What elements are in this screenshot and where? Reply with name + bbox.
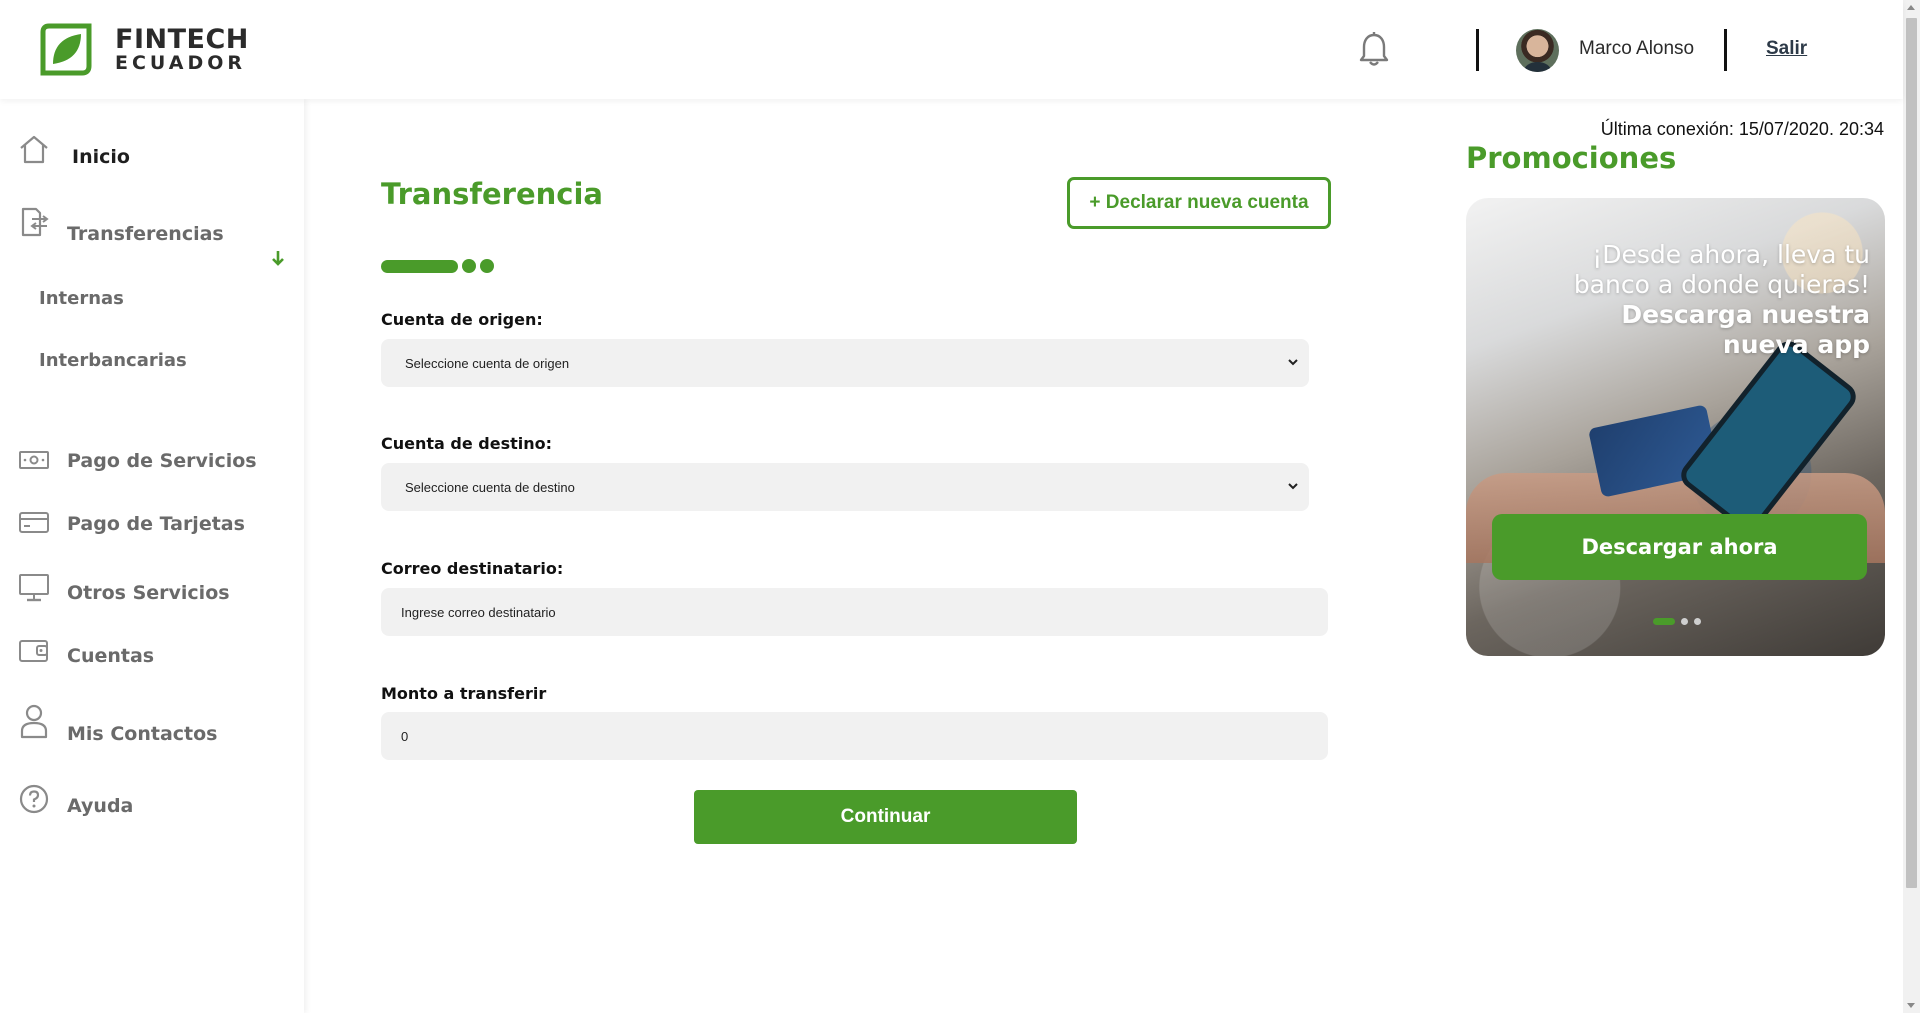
amount-field[interactable]: 0 [381, 712, 1328, 760]
step-indicator [381, 259, 494, 273]
sidebar-item-otros-servicios[interactable]: Otros Servicios [67, 582, 230, 604]
download-now-button[interactable]: Descargar ahora [1492, 514, 1867, 580]
sidebar-subitem-interbancarias[interactable]: Interbancarias [39, 350, 187, 371]
scroll-down-arrow[interactable] [1907, 1003, 1915, 1008]
transfer-icon [21, 207, 49, 237]
promotions-title: Promociones [1466, 141, 1677, 175]
sidebar-item-inicio[interactable]: Inicio [72, 146, 130, 168]
promo-line-4: nueva app [1722, 330, 1870, 359]
destination-account-select[interactable]: Seleccione cuenta de destino [381, 463, 1309, 511]
promo-text: ¡Desde ahora, lleva tu banco a donde qui… [1574, 240, 1870, 360]
recipient-email-field[interactable]: Ingrese correo destinatario [381, 588, 1328, 636]
promo-line-1: ¡Desde ahora, lleva tu [1592, 240, 1870, 269]
header-divider [1724, 29, 1727, 71]
sidebar-subitem-internas[interactable]: Internas [39, 288, 124, 309]
step-active [381, 259, 458, 273]
sidebar-item-cuentas[interactable]: Cuentas [67, 645, 154, 667]
sidebar-item-mis-contactos[interactable]: Mis Contactos [67, 723, 217, 745]
promo-banner[interactable]: ¡Desde ahora, lleva tu banco a donde qui… [1466, 198, 1885, 656]
scrollbar-thumb[interactable] [1906, 18, 1917, 888]
destination-account-label: Cuenta de destino: [381, 434, 553, 453]
carousel-dot[interactable] [1681, 618, 1688, 625]
carousel-dot[interactable] [1694, 618, 1701, 625]
scrollbar[interactable] [1903, 0, 1920, 1013]
logo-text: FINTECH ECUADOR [115, 26, 249, 73]
user-icon [20, 704, 48, 739]
step-dot [462, 259, 476, 273]
sidebar-item-pago-servicios[interactable]: Pago de Servicios [67, 450, 257, 472]
avatar[interactable] [1516, 29, 1559, 72]
step-dot [480, 259, 494, 273]
logo[interactable]: FINTECH ECUADOR [37, 20, 249, 79]
amount-label: Monto a transferir [381, 684, 547, 703]
user-name[interactable]: Marco Alonso [1579, 38, 1694, 60]
promo-line-2: banco a donde quieras! [1573, 270, 1870, 299]
help-icon [19, 784, 49, 814]
sidebar: Inicio Transferencias Internas Interbanc… [0, 99, 304, 1013]
wallet-icon [19, 640, 48, 662]
recipient-email-label: Correo destinatario: [381, 559, 564, 578]
sidebar-item-pago-tarjetas[interactable]: Pago de Tarjetas [67, 513, 245, 535]
promo-line-3: Descarga nuestra [1621, 300, 1870, 329]
monitor-icon [19, 574, 49, 602]
destination-account-value: Seleccione cuenta de destino [405, 479, 575, 495]
chevron-down-icon [1288, 359, 1298, 366]
continue-button[interactable]: Continuar [694, 790, 1077, 844]
origin-account-label: Cuenta de origen: [381, 310, 543, 329]
home-icon [20, 135, 48, 164]
header-divider [1476, 29, 1479, 71]
carousel-dot-active[interactable] [1653, 618, 1675, 625]
arrow-down-icon[interactable] [270, 249, 286, 267]
page: FINTECH ECUADOR Marco Alonso Salir Inici… [0, 0, 1920, 1013]
chevron-down-icon [1288, 483, 1298, 490]
carousel-indicator [1653, 618, 1701, 625]
sidebar-item-transferencias[interactable]: Transferencias [67, 223, 224, 245]
sidebar-item-ayuda[interactable]: Ayuda [67, 795, 133, 817]
scroll-up-arrow[interactable] [1907, 5, 1915, 10]
bell-icon[interactable] [1358, 31, 1390, 67]
page-title: Transferencia [381, 177, 603, 211]
credit-card-icon [19, 512, 49, 533]
leaf-logo-icon [40, 23, 92, 76]
last-connection: Última conexión: 15/07/2020. 20:34 [1600, 119, 1884, 139]
origin-account-value: Seleccione cuenta de origen [405, 355, 570, 371]
logo-line-2: ECUADOR [115, 52, 247, 74]
origin-account-select[interactable]: Seleccione cuenta de origen [381, 339, 1309, 387]
logo-line-1: FINTECH [115, 24, 249, 55]
top-header: FINTECH ECUADOR Marco Alonso Salir [0, 0, 1903, 99]
banknote-icon [19, 451, 49, 469]
logout-link[interactable]: Salir [1766, 38, 1807, 60]
declare-account-button[interactable]: + Declarar nueva cuenta [1067, 177, 1331, 229]
